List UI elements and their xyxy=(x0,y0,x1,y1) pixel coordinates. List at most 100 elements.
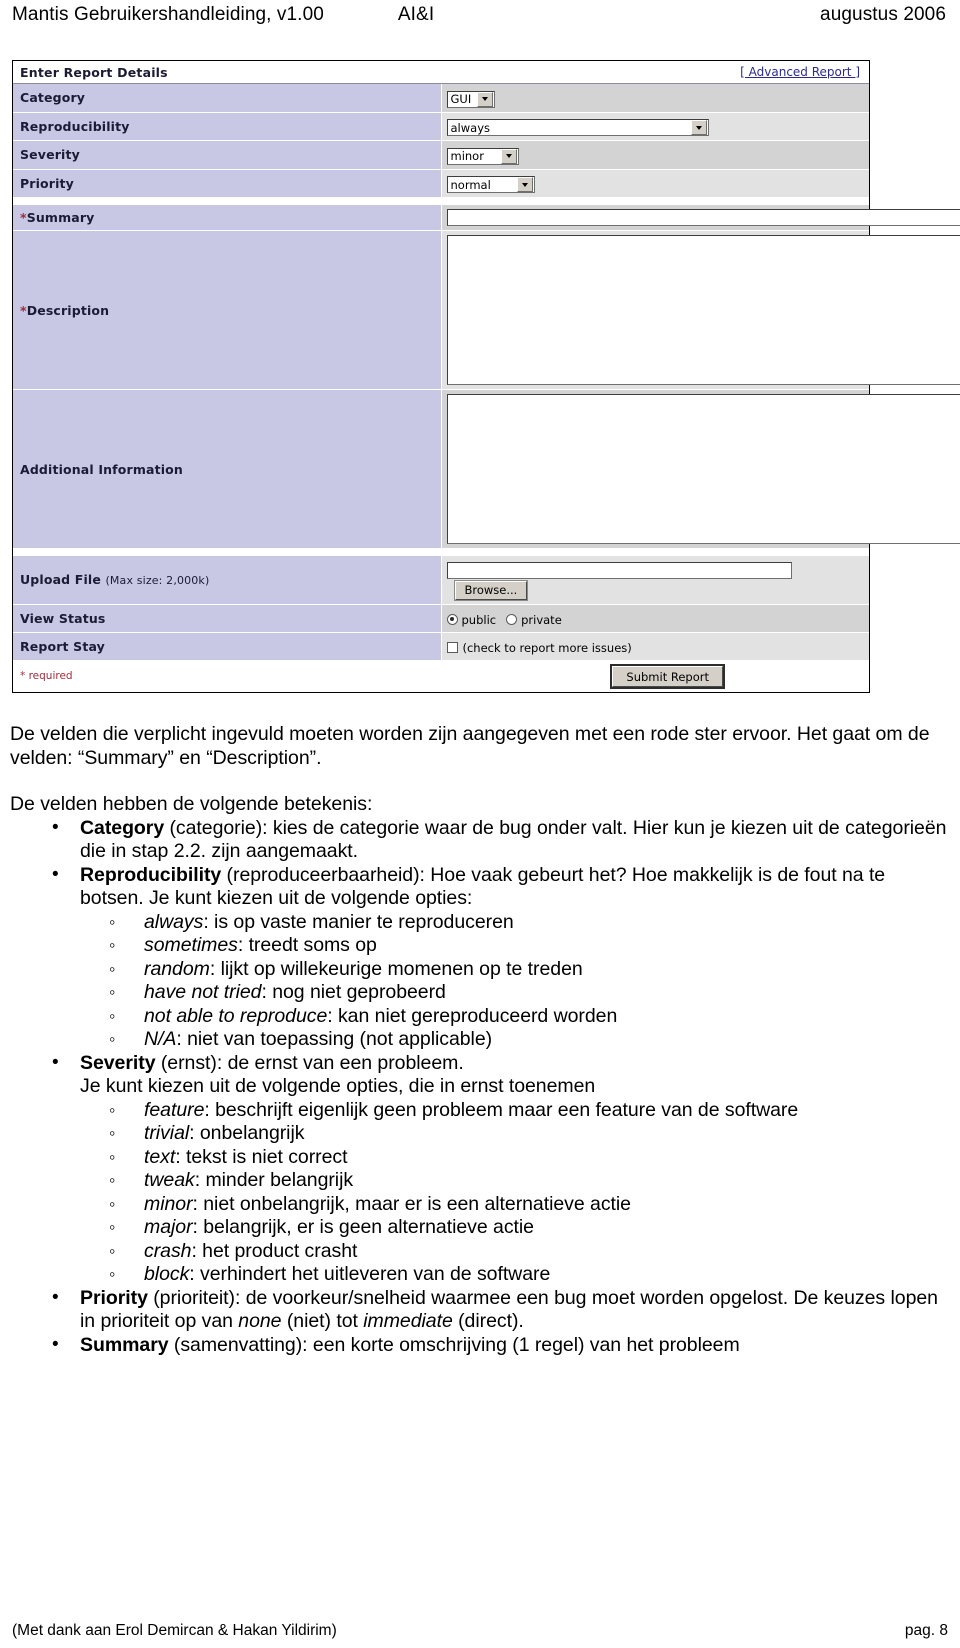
document-running-footer: (Met dank aan Erol Demircan & Hakan Yild… xyxy=(8,1622,952,1640)
list-item-category: Category (categorie): kies de categorie … xyxy=(48,816,952,864)
view-status-options: public private xyxy=(446,613,562,627)
upload-file-label-text: Upload File xyxy=(20,572,101,588)
priority-select[interactable]: normal xyxy=(446,176,535,193)
chevron-down-icon xyxy=(477,91,494,107)
summary-label-text: Summary xyxy=(26,210,95,225)
header-date-right: augustus 2006 xyxy=(820,4,946,25)
view-status-private-radio[interactable] xyxy=(506,613,518,625)
upload-file-label: Upload File (Max size: 2,000k) xyxy=(13,555,442,605)
list-item-option: sometimes: treedt soms op xyxy=(107,934,952,958)
option-name: major xyxy=(144,1216,193,1238)
required-note: * required xyxy=(13,660,441,692)
list-item-option: random: lijkt op willekeurige momenen op… xyxy=(107,958,952,982)
document-running-header: Mantis Gebruikershandleiding, v1.00 AI&I… xyxy=(8,0,952,38)
upload-file-row: Upload File (Max size: 2,000k) Browse... xyxy=(13,555,869,605)
list-item-option: always: is op vaste manier te reproducer… xyxy=(107,911,952,935)
browse-button[interactable]: Browse... xyxy=(453,579,529,601)
option-name: sometimes xyxy=(144,934,238,956)
list-item-reproducibility: Reproducibility (reproduceerbaarheid): H… xyxy=(48,863,952,1052)
severity-select-value: minor xyxy=(450,149,484,163)
category-select[interactable]: GUI xyxy=(446,90,495,108)
option-desc: : verhindert het uitleveren van de softw… xyxy=(189,1263,551,1285)
view-status-label: View Status xyxy=(13,604,442,633)
summary-input[interactable] xyxy=(446,209,960,226)
summary-label: *Summary xyxy=(13,204,442,231)
reproducibility-select[interactable]: always xyxy=(446,119,709,136)
reproducibility-select-value: always xyxy=(450,120,491,135)
summary-row: *Summary xyxy=(13,204,960,231)
advanced-report-link-cell[interactable]: [ Advanced Report ] xyxy=(441,61,869,84)
form-spacer-row xyxy=(13,197,869,205)
priority-label: Priority xyxy=(13,169,442,198)
submit-report-button[interactable]: Submit Report xyxy=(610,664,725,689)
report-stay-row: Report Stay (check to report more issues… xyxy=(13,632,869,661)
chevron-down-icon xyxy=(500,148,517,164)
desc-priority-c: (direct). xyxy=(452,1310,524,1332)
priority-field-cell: normal xyxy=(441,169,869,198)
desc-category: (categorie): kies de categorie waar de b… xyxy=(80,816,947,863)
required-asterisk: * xyxy=(20,302,27,318)
category-select-value: GUI xyxy=(450,92,472,106)
list-item-option: block: verhindert het uitleveren van de … xyxy=(107,1263,952,1287)
report-stay-checkbox[interactable] xyxy=(446,641,458,653)
list-item-option: text: tekst is niet correct xyxy=(107,1146,952,1170)
footer-credits: (Met dank aan Erol Demircan & Hakan Yild… xyxy=(12,1622,337,1639)
header-title-left: Mantis Gebruikershandleiding, v1.00 xyxy=(12,4,324,25)
form-title: Enter Report Details xyxy=(13,61,441,84)
description-label: *Description xyxy=(13,230,442,390)
option-desc: : belangrijk, er is geen alternatieve ac… xyxy=(192,1216,535,1238)
desc-severity-line2: Je kunt kiezen uit de volgende opties, d… xyxy=(80,1075,596,1097)
submit-cell: Submit Report xyxy=(441,660,869,692)
list-item-option: minor: niet onbelangrijk, maar er is een… xyxy=(107,1193,952,1217)
list-item-priority: Priority (prioriteit): de voorkeur/snelh… xyxy=(48,1286,952,1334)
form-spacer-left xyxy=(13,197,441,205)
option-name: minor xyxy=(144,1192,193,1215)
description-field-cell xyxy=(441,230,960,390)
list-item-option: tweak: minder belangrijk xyxy=(107,1169,952,1193)
list-item-option: trivial: onbelangrijk xyxy=(107,1122,952,1146)
list-item-option: crash: het product crasht xyxy=(107,1240,952,1264)
chevron-down-icon xyxy=(516,177,533,192)
form-spacer-right xyxy=(441,197,869,205)
list-item-option: have not tried: nog niet geprobeerd xyxy=(107,981,952,1005)
severity-options-list: feature: beschrijft eigenlijk geen probl… xyxy=(80,1099,952,1287)
list-item-option: N/A: niet van toepassing (not applicable… xyxy=(107,1028,952,1052)
desc-priority-b: (niet) tot xyxy=(281,1310,364,1332)
form-footer-row: * required Submit Report xyxy=(13,660,869,692)
option-name: feature xyxy=(144,1098,205,1121)
report-stay-hint: (check to report more issues) xyxy=(462,640,632,655)
priority-select-value: normal xyxy=(450,177,491,192)
option-desc: : kan niet gereproduceerd worden xyxy=(327,1004,618,1027)
list-item-option: feature: beschrijft eigenlijk geen probl… xyxy=(107,1099,952,1123)
desc-severity: (ernst): de ernst van een probleem. xyxy=(155,1051,464,1074)
priority-row: Priority normal xyxy=(13,169,869,198)
reproducibility-row: Reproducibility always xyxy=(13,112,869,141)
option-desc: : is op vaste manier te reproduceren xyxy=(203,910,514,933)
option-name: tweak xyxy=(144,1169,195,1191)
severity-select[interactable]: minor xyxy=(446,147,519,165)
description-label-text: Description xyxy=(26,302,110,318)
option-name: always xyxy=(144,910,204,933)
required-asterisk: * xyxy=(20,210,27,225)
summary-field-cell xyxy=(441,204,960,231)
intro-paragraph: De velden die verplicht ingevuld moeten … xyxy=(10,723,930,769)
category-label: Category xyxy=(13,83,442,113)
view-status-public-radio[interactable] xyxy=(446,613,458,625)
additional-information-textarea[interactable] xyxy=(446,394,960,544)
chevron-down-icon xyxy=(690,120,707,135)
report-stay-field-cell: (check to report more issues) xyxy=(441,632,869,661)
header-title-middle: AI&I xyxy=(397,4,435,25)
term-category: Category xyxy=(80,816,165,839)
report-stay-control: (check to report more issues) xyxy=(446,640,632,655)
upload-file-field-cell: Browse... xyxy=(441,555,869,605)
footer-page-number: pag. 8 xyxy=(904,1622,948,1639)
advanced-report-link[interactable]: [ Advanced Report ] xyxy=(740,65,860,79)
lead-paragraph: De velden hebben de volgende betekenis: xyxy=(10,793,373,815)
option-desc: : nog niet geprobeerd xyxy=(261,981,446,1003)
option-desc: : minder belangrijk xyxy=(194,1169,354,1191)
option-name: trivial xyxy=(144,1122,190,1144)
mantis-report-form-screenshot: Enter Report Details [ Advanced Report ]… xyxy=(12,60,960,693)
upload-file-input[interactable] xyxy=(446,562,792,579)
category-row: Category GUI xyxy=(13,83,869,113)
description-textarea[interactable] xyxy=(446,235,960,385)
